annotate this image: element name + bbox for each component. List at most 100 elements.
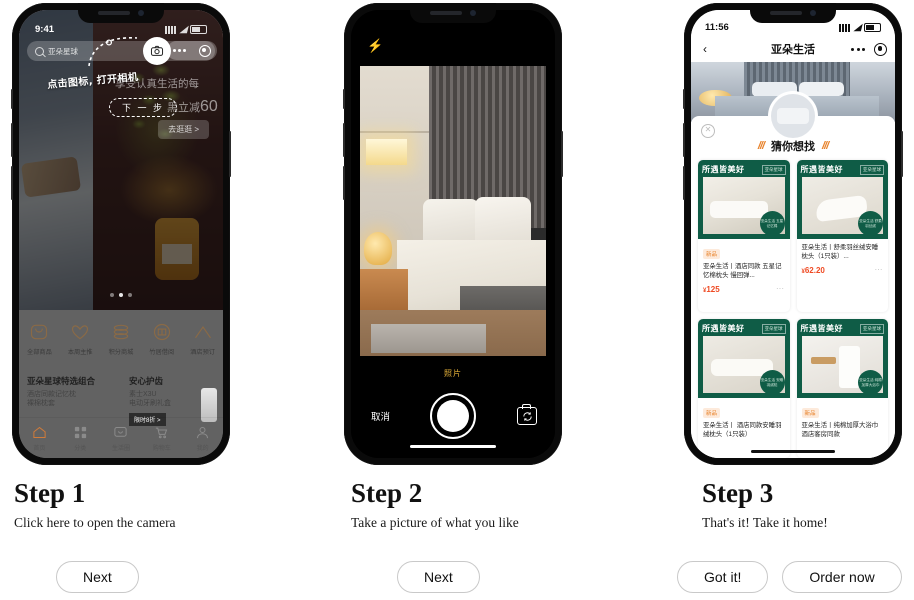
product-body: 亚朵生活丨舒柔羽丝绒安睡枕头（1只装）... ... ¥62.20 [797, 239, 889, 280]
step-1-heading: Step 1 [14, 478, 86, 508]
promo-card-sub2: 裸棉枕套 [27, 400, 55, 408]
close-circle-icon[interactable]: ✕ [701, 124, 715, 138]
miniapp-capsule[interactable] [167, 41, 217, 60]
step-2-text: Take a picture of what you like [351, 515, 519, 530]
product-card[interactable]: 所遇皆美好 亚朵星球 亚朵生活 纯棉加厚大浴巾 新品 亚朵生活丨纯棉加厚大浴巾 … [796, 319, 889, 458]
status-indicators: ◢ [839, 22, 881, 33]
quick-nav-label: 酒店预订 [190, 349, 215, 356]
chevron-left-icon[interactable]: ‹ [703, 42, 707, 56]
more-icon[interactable] [173, 49, 187, 52]
quick-nav-library[interactable]: 竹居借阅 [141, 312, 182, 366]
phone-power-button [561, 131, 563, 177]
product-card[interactable]: 所遇皆美好 亚朵星球 亚朵生活 舒柔羽丝绒 亚朵生活丨舒柔羽丝绒安睡枕头（1只装… [796, 160, 889, 312]
promo-card-title: 安心护齿 [129, 376, 164, 386]
tab-category[interactable]: 分类 [60, 418, 101, 458]
phone-notch [410, 3, 496, 23]
product-body: 新品 亚朵生活丨纯棉加厚大浴巾 酒店客房同款 [797, 398, 889, 445]
carousel-dot[interactable] [110, 293, 114, 297]
phone-notch [78, 3, 164, 23]
status-time: 9:41 [35, 24, 55, 35]
crop-thumbnail[interactable] [771, 94, 815, 138]
product-body: 新品 亚朵生活丨酒店同款 五星记忆棉枕头 慢回弹... ... ¥125 [698, 239, 790, 299]
camera-viewfinder[interactable] [360, 66, 546, 356]
camera-mode-label[interactable]: 照片 [351, 368, 555, 379]
price-value: 62.20 [804, 265, 825, 275]
camera-controls: 取消 [351, 388, 555, 444]
front-camera [138, 10, 144, 16]
carousel-dot[interactable] [128, 293, 132, 297]
tutorial-next-step-pill[interactable]: 下 一 步 [109, 98, 178, 117]
product-card[interactable]: 所遇皆美好 亚朵星球 亚朵生活 五星记忆棉 新品 亚朵生活丨酒店同款 五星记忆棉… [698, 160, 790, 312]
close-target-icon[interactable] [198, 44, 211, 57]
next-button-step1[interactable]: Next [56, 561, 139, 593]
book-icon [153, 323, 170, 341]
step-1-text: Click here to open the camera [14, 515, 176, 530]
grid-icon [74, 426, 86, 438]
product-banner-title: 所遇皆美好 [702, 324, 745, 333]
tutorial-stage: 享受认真生活的每 黑立减60 去逛逛 > 全部商品 本周主推 积分商城 竹居借阅… [0, 0, 914, 600]
camera-capture-ui: ⚡ 照片 取消 [351, 10, 555, 458]
status-indicators: ◢ [165, 24, 207, 35]
wifi-icon: ◢ [854, 22, 861, 32]
got-it-button[interactable]: Got it! [677, 561, 769, 593]
tab-profile[interactable]: 我的 [182, 418, 223, 458]
order-now-button[interactable]: Order now [782, 561, 902, 593]
home-icon [33, 426, 46, 438]
heart-icon [72, 325, 89, 340]
quick-nav-all-products[interactable]: 全部商品 [19, 312, 60, 366]
phone-power-button [901, 131, 903, 177]
camera-flip-icon[interactable] [517, 404, 537, 425]
phone-mute-switch [11, 89, 13, 109]
quick-nav-points-mall[interactable]: 积分商城 [101, 312, 142, 366]
nav-bar: ‹ 亚朵生活 [691, 36, 895, 62]
earpiece-speaker [98, 11, 130, 15]
tab-label: 生活圈 [111, 445, 130, 452]
search-icon [35, 46, 44, 56]
step-1-buttons: Next [56, 561, 139, 593]
product-banner: 所遇皆美好 亚朵星球 [801, 163, 884, 176]
tab-cart[interactable]: 购物车 [141, 418, 182, 458]
viewfinder-table-lamp [364, 232, 392, 265]
banner-cta-button[interactable]: 去逛逛 > [158, 120, 209, 139]
miniapp-capsule[interactable] [851, 42, 887, 56]
front-camera [470, 10, 476, 16]
product-card[interactable]: 所遇皆美好 亚朵星球 亚朵生活 安睡羽绒枕 新品 亚朵生活丨 酒店同款安睡羽绒枕… [698, 319, 790, 458]
quick-nav-hotel-booking[interactable]: 酒店预订 [182, 312, 223, 366]
tab-home[interactable]: 首页 [19, 418, 60, 458]
phone-volume-up [11, 123, 13, 157]
step-2-column: ⚡ 照片 取消 Step 2 Take a picture of what yo… [337, 0, 641, 600]
shutter-button[interactable] [430, 393, 476, 439]
close-target-icon[interactable] [874, 42, 887, 56]
phone-volume-up [343, 123, 345, 157]
step-3-caption: Step 3 That's it! Take it home! [702, 480, 914, 531]
product-banner-title: 所遇皆美好 [800, 324, 843, 333]
lightning-icon[interactable]: ⚡ [367, 38, 383, 54]
product-more-icon[interactable]: ... [776, 285, 784, 291]
front-camera [810, 10, 816, 16]
product-seal-badge: 亚朵生活 五星记忆棉 [759, 211, 785, 236]
product-seal-badge: 亚朵生活 舒柔羽丝绒 [858, 211, 883, 236]
atour-app-home: 享受认真生活的每 黑立减60 去逛逛 > 全部商品 本周主推 积分商城 竹居借阅… [19, 10, 223, 458]
product-more-icon[interactable]: ... [875, 266, 883, 272]
section-title: 猜你想找 [771, 141, 815, 153]
tab-lifecircle[interactable]: 生活圈 [101, 418, 142, 458]
next-button-step2[interactable]: Next [397, 561, 480, 593]
product-banner-title: 所遇皆美好 [702, 165, 745, 174]
accent-slashes-right: /// [822, 140, 829, 152]
product-image: 所遇皆美好 亚朵星球 亚朵生活 舒柔羽丝绒 [796, 160, 888, 239]
carousel-dot-active[interactable] [119, 293, 123, 297]
product-title: 亚朵生活丨 酒店同款安睡羽绒枕头（1只装） [703, 422, 782, 439]
cancel-button[interactable]: 取消 [371, 409, 390, 423]
product-banner: 所遇皆美好 亚朵星球 [702, 322, 786, 335]
quick-nav-label: 竹居借阅 [149, 349, 175, 356]
wifi-icon: ◢ [180, 24, 187, 34]
cart-icon [156, 427, 168, 438]
product-banner-brand: 亚朵星球 [860, 164, 884, 175]
more-icon[interactable] [851, 47, 865, 51]
quick-nav-label: 全部商品 [27, 349, 52, 356]
step-3-column: 11:56 ◢ ‹ 亚朵生活 ✕ /// 猜你想找 /// 所遇皆美好 亚朵星球… [672, 0, 914, 600]
coins-icon [113, 324, 129, 340]
quick-nav-weekly[interactable]: 本周主推 [60, 312, 101, 366]
phone-notch [750, 3, 836, 23]
product-title: 亚朵生活丨纯棉加厚大浴巾 酒店客房同款 [801, 422, 879, 439]
